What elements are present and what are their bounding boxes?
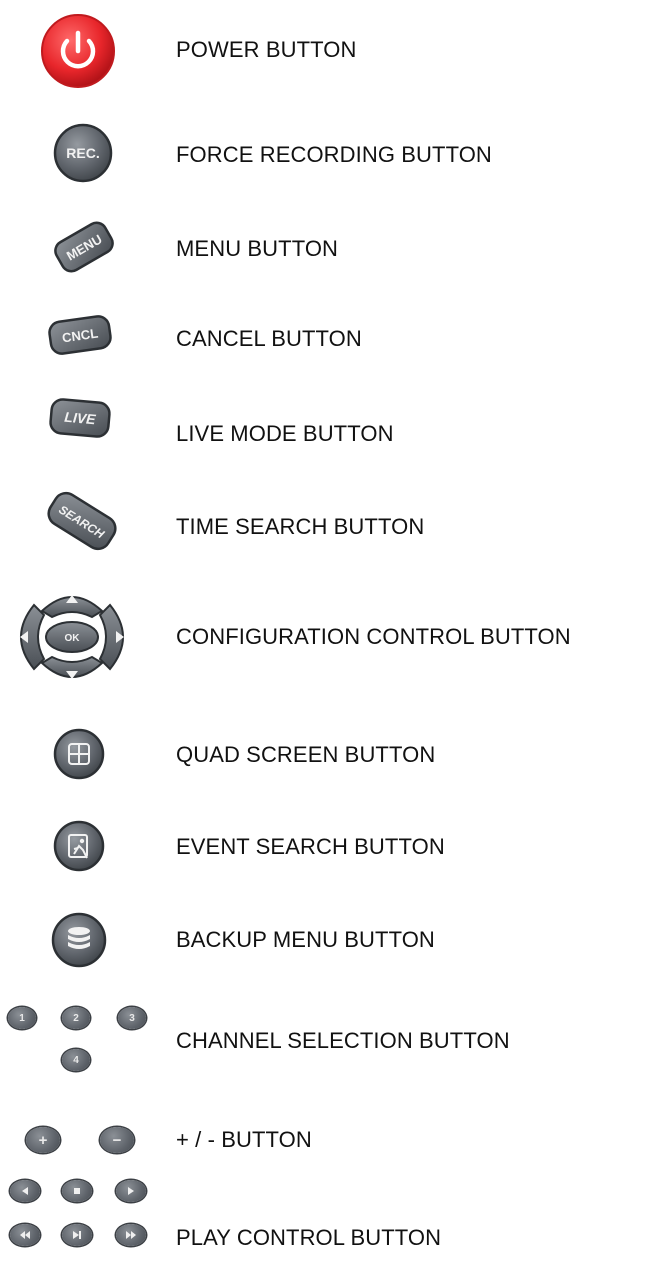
row-event: EVENT SEARCH BUTTON <box>0 810 656 890</box>
menu-icon[interactable]: MENU <box>48 214 120 280</box>
live-icon-text: LIVE <box>64 409 97 428</box>
row-plusminus: + − + / - BUTTON <box>0 1115 656 1175</box>
minus-button[interactable]: − <box>100 1127 134 1153</box>
rewind-button[interactable] <box>10 1224 40 1246</box>
play-icon <box>128 1187 134 1195</box>
play-button[interactable] <box>116 1180 146 1202</box>
channel-1-button[interactable]: 1 <box>8 1007 36 1029</box>
plus-button[interactable]: + <box>26 1127 60 1153</box>
channel-4-button[interactable]: 4 <box>62 1049 90 1071</box>
live-label: LIVE MODE BUTTON <box>176 421 394 446</box>
menu-label: MENU BUTTON <box>176 236 339 261</box>
row-power: POWER BUTTON <box>0 0 656 100</box>
event-label: EVENT SEARCH BUTTON <box>176 834 445 859</box>
channel-label: CHANNEL SELECTION BUTTON <box>176 1028 510 1053</box>
row-cancel: CNCL CANCEL BUTTON <box>0 300 656 380</box>
stop-icon <box>74 1188 80 1194</box>
backup-label: BACKUP MENU BUTTON <box>176 927 435 952</box>
rec-label: FORCE RECORDING BUTTON <box>176 142 492 167</box>
row-backup: BACKUP MENU BUTTON <box>0 905 656 985</box>
event-search-icon[interactable] <box>52 818 106 874</box>
reverse-play-icon <box>22 1187 28 1195</box>
rec-icon-text: REC. <box>66 145 99 161</box>
row-play: PLAY CONTROL BUTTON <box>0 1180 656 1275</box>
step-button[interactable] <box>62 1224 92 1246</box>
quad-label: QUAD SCREEN BUTTON <box>176 742 436 767</box>
quad-screen-icon[interactable] <box>52 727 106 781</box>
ok-text: OK <box>65 633 81 644</box>
reverse-play-button[interactable] <box>10 1180 40 1202</box>
row-rec: REC. FORCE RECORDING BUTTON <box>0 110 656 200</box>
fast-forward-button[interactable] <box>116 1224 146 1246</box>
row-config: OK CONFIGURATION CONTROL BUTTON <box>0 575 656 705</box>
step-icon <box>73 1231 81 1239</box>
row-menu: MENU MENU BUTTON <box>0 200 656 300</box>
row-quad: QUAD SCREEN BUTTON <box>0 715 656 795</box>
fast-forward-icon <box>126 1231 136 1239</box>
plusminus-label: + / - BUTTON <box>176 1127 312 1152</box>
rec-icon[interactable]: REC. <box>52 122 114 184</box>
row-search: SEARCH TIME SEARCH BUTTON <box>0 480 656 570</box>
channel-2-button[interactable]: 2 <box>62 1007 90 1029</box>
cancel-icon[interactable]: CNCL <box>44 312 116 358</box>
search-icon[interactable]: SEARCH <box>42 484 122 558</box>
stop-button[interactable] <box>62 1180 92 1202</box>
database-icon[interactable] <box>50 911 108 969</box>
live-icon[interactable]: LIVE <box>44 391 116 445</box>
row-channel: 1 2 3 4 CHANNEL SELECTION BUTTON <box>0 995 656 1105</box>
config-label: CONFIGURATION CONTROL BUTTON <box>176 624 571 649</box>
rewind-icon <box>20 1231 30 1239</box>
power-icon[interactable] <box>40 13 116 89</box>
cancel-label: CANCEL BUTTON <box>176 326 362 351</box>
search-label: TIME SEARCH BUTTON <box>176 514 425 539</box>
play-label: PLAY CONTROL BUTTON <box>176 1225 442 1250</box>
row-live: LIVE LIVE MODE BUTTON <box>0 385 656 475</box>
direction-pad-icon[interactable]: OK <box>4 581 140 693</box>
power-label: POWER BUTTON <box>176 37 357 62</box>
channel-3-button[interactable]: 3 <box>118 1007 146 1029</box>
